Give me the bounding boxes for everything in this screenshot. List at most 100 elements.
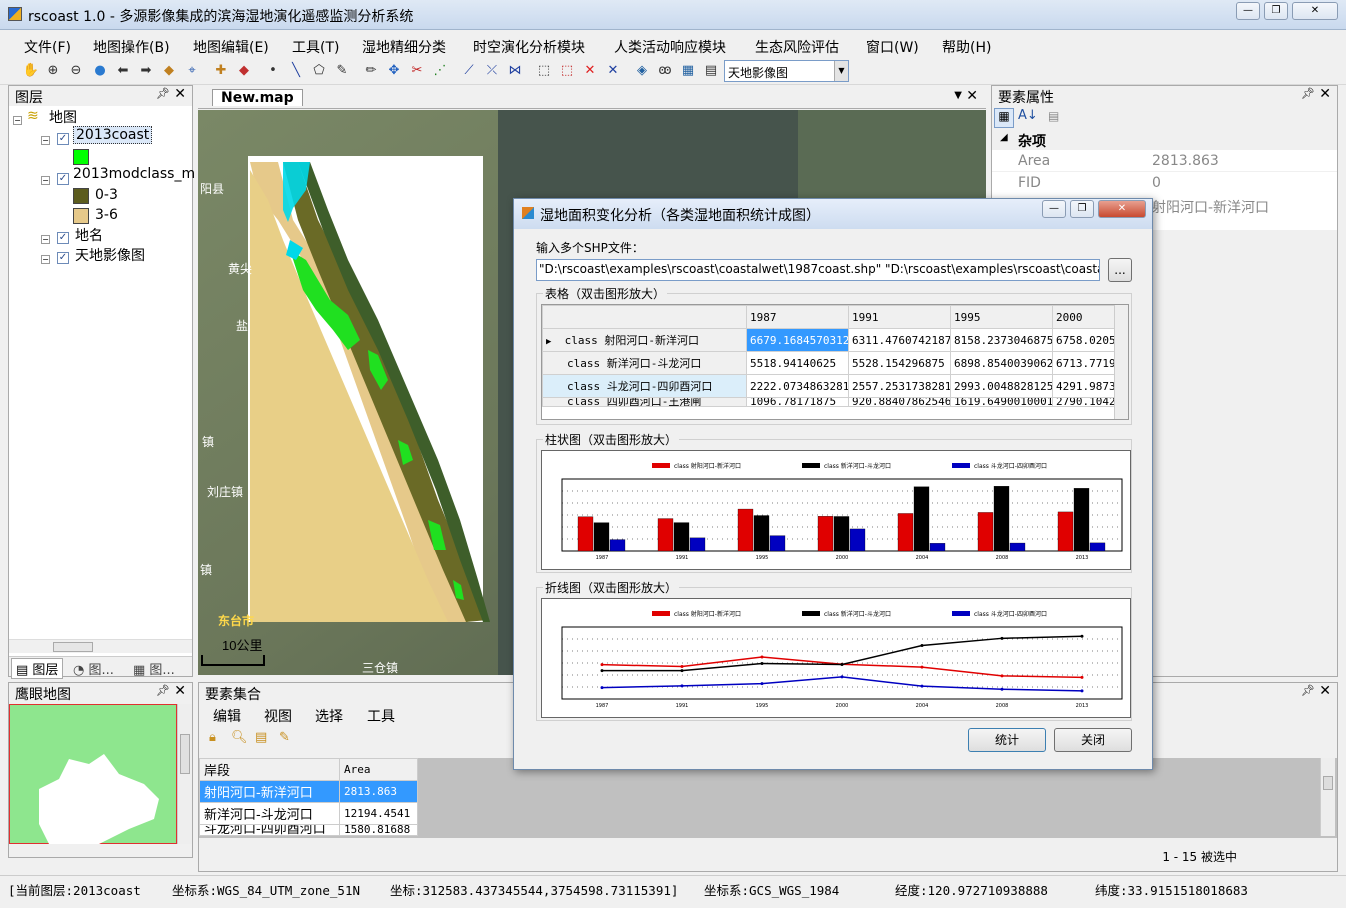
globe-icon[interactable]: ● — [91, 62, 109, 80]
line-chart[interactable]: class 射阳河口-新洋河口 class 新洋河口-斗龙河口 class 斗龙河口… — [541, 598, 1131, 718]
pencil-icon[interactable]: ✏ — [362, 62, 380, 80]
pin-icon[interactable]: 📌︎ — [1301, 87, 1315, 100]
tab-3[interactable]: ▦ 图... — [133, 659, 175, 678]
calculate-button[interactable]: 统计 — [968, 728, 1046, 752]
connect-icon[interactable]: ⟋ — [460, 62, 478, 80]
close-icon[interactable]: ✕ — [1319, 683, 1331, 699]
close-icon[interactable]: ✕ — [1319, 86, 1331, 102]
column-header[interactable]: 1991 — [848, 305, 951, 329]
chevron-down-icon[interactable]: ▼ — [954, 90, 962, 101]
menu-spatiotemporal[interactable]: 时空演化分析模块 — [473, 37, 585, 57]
sort-az-icon[interactable]: A↓ — [1018, 108, 1038, 123]
zoom-out-icon[interactable]: ⊖ — [67, 62, 85, 80]
menu-help[interactable]: 帮助(H) — [942, 37, 991, 57]
pin-icon[interactable]: 📌︎ — [156, 684, 170, 697]
table-row[interactable]: 斗龙河口-四卯酉河口 1580.81688 — [199, 824, 418, 836]
shp-files-input[interactable]: "D:\rscoast\examples\rscoast\coastalwet\… — [536, 259, 1100, 281]
remove-icon[interactable]: ◆ — [235, 62, 253, 80]
table-row[interactable]: class 斗龙河口-四卯酉河口 2222.07348632813 2557.2… — [542, 374, 1128, 398]
bar-chart[interactable]: class 射阳河口-新洋河口 class 新洋河口-斗龙河口 class 斗龙河口… — [541, 450, 1131, 570]
menu-edit[interactable]: 编辑 — [213, 706, 241, 726]
table-row[interactable]: 射阳河口-新洋河口 2813.863 — [199, 780, 418, 803]
zoom-in-icon[interactable]: ⊕ — [44, 62, 62, 80]
tab-new-map[interactable]: New.map — [212, 89, 303, 106]
close-window-button[interactable]: ✕ — [1292, 2, 1338, 20]
menu-view[interactable]: 视图 — [264, 706, 292, 726]
point-icon[interactable]: • — [264, 62, 282, 80]
compass-icon[interactable]: ◈ — [633, 62, 651, 80]
menu-select[interactable]: 选择 — [315, 706, 343, 726]
column-header[interactable]: Area — [339, 758, 418, 781]
horizontal-scrollbar[interactable] — [9, 639, 192, 653]
tab-2[interactable]: ◔ 图... — [73, 659, 114, 678]
table-row[interactable]: class 新洋河口-斗龙河口 5518.94140625 5528.15429… — [542, 351, 1128, 375]
vertical-scrollbar[interactable] — [177, 704, 192, 844]
menu-file[interactable]: 文件(F) — [24, 37, 71, 57]
close-icon[interactable]: ✕ — [174, 86, 186, 102]
table-row[interactable]: class 四卯酉河口-王港闸 1096.78171875 920.884078… — [542, 397, 1128, 407]
basemap-combo[interactable]: 天地影像图 ▼ — [724, 60, 849, 82]
layer-item-placenames[interactable]: 地名 — [75, 225, 103, 245]
close-button[interactable]: 关闭 — [1054, 728, 1132, 752]
identify-icon[interactable]: ◆ — [160, 62, 178, 80]
menu-wetland-class[interactable]: 湿地精细分类 — [362, 37, 446, 57]
collapse-icon[interactable]: ◢ — [1000, 132, 1008, 143]
close-icon[interactable]: ✕ — [174, 683, 186, 699]
pin-icon[interactable]: 📌︎ — [156, 87, 170, 100]
collapse-icon[interactable]: − — [41, 235, 50, 244]
table-row[interactable]: ▶ class 射阳河口-新洋河口 6679.16845703125 6311.… — [542, 328, 1128, 352]
scroll-thumb[interactable] — [1323, 776, 1333, 790]
minimize-button[interactable]: — — [1042, 200, 1066, 218]
layer-checkbox[interactable]: ✓ — [57, 173, 69, 185]
minimize-button[interactable]: — — [1236, 2, 1260, 20]
browse-button[interactable]: ... — [1108, 258, 1132, 282]
maximize-button[interactable]: ❐ — [1264, 2, 1288, 20]
intersect-icon[interactable]: ✕ — [604, 62, 622, 80]
maximize-button[interactable]: ❐ — [1070, 200, 1094, 218]
property-row[interactable]: FID 0 — [992, 172, 1337, 194]
split-icon[interactable]: ⤫ — [483, 62, 501, 80]
collapse-icon[interactable]: − — [13, 116, 22, 125]
binoculars-icon[interactable]: ꙭ — [656, 62, 674, 80]
select-feature-icon[interactable]: ⬚ — [558, 62, 576, 80]
scroll-thumb[interactable] — [180, 734, 190, 774]
close-dialog-button[interactable]: ✕ — [1098, 200, 1146, 218]
table-row[interactable]: 新洋河口-斗龙河口 12194.4541 — [199, 802, 418, 825]
line-icon[interactable]: ╲ — [287, 62, 305, 80]
lock-icon[interactable]: 🔒︎ — [209, 730, 216, 745]
snap-icon[interactable]: ⬚ — [535, 62, 553, 80]
menu-map-edit[interactable]: 地图编辑(E) — [193, 37, 269, 57]
vertical-scrollbar[interactable] — [1320, 758, 1335, 836]
layer-checkbox[interactable]: ✓ — [57, 232, 69, 244]
vertical-scrollbar[interactable] — [1114, 305, 1128, 419]
add-data-icon[interactable]: ✚ — [212, 62, 230, 80]
close-icon[interactable]: ✕ — [966, 88, 978, 104]
menu-map-ops[interactable]: 地图操作(B) — [93, 37, 170, 57]
column-header[interactable]: 岸段 — [199, 758, 340, 781]
menu-window[interactable]: 窗口(W) — [866, 37, 919, 57]
layer-item-2013modclass[interactable]: 2013modclass_m — [73, 166, 195, 182]
layer-checkbox[interactable]: ✓ — [57, 133, 69, 145]
property-row[interactable]: Area 2813.863 — [992, 150, 1337, 172]
menu-tools[interactable]: 工具 — [367, 706, 395, 726]
back-icon[interactable]: ⬅ — [114, 62, 132, 80]
menu-eco-risk[interactable]: 生态风险评估 — [755, 37, 839, 57]
measure-icon[interactable]: ▦ — [679, 62, 697, 80]
menu-tools[interactable]: 工具(T) — [292, 37, 339, 57]
pan-icon[interactable]: ✋ — [22, 62, 40, 80]
edit-table-icon[interactable]: ✎ — [279, 730, 290, 745]
cut-icon[interactable]: ✂ — [408, 62, 426, 80]
tab-layers[interactable]: ▤ 图层 — [11, 658, 64, 679]
table-icon[interactable]: ▤ — [702, 62, 720, 80]
column-header[interactable]: 1995 — [950, 305, 1053, 329]
column-header[interactable]: 1987 — [746, 305, 849, 329]
tree-root[interactable]: 地图 — [49, 107, 77, 127]
collapse-icon[interactable]: − — [41, 176, 50, 185]
move-icon[interactable]: ✥ — [385, 62, 403, 80]
search-icon[interactable]: 🔍︎ — [231, 730, 248, 745]
delete-icon[interactable]: ✕ — [581, 62, 599, 80]
collapse-icon[interactable]: − — [41, 136, 50, 145]
layer-item-basemap[interactable]: 天地影像图 — [75, 245, 145, 265]
export-icon[interactable]: ▤ — [255, 730, 267, 745]
property-pages-icon[interactable]: ▤ — [1048, 109, 1059, 123]
